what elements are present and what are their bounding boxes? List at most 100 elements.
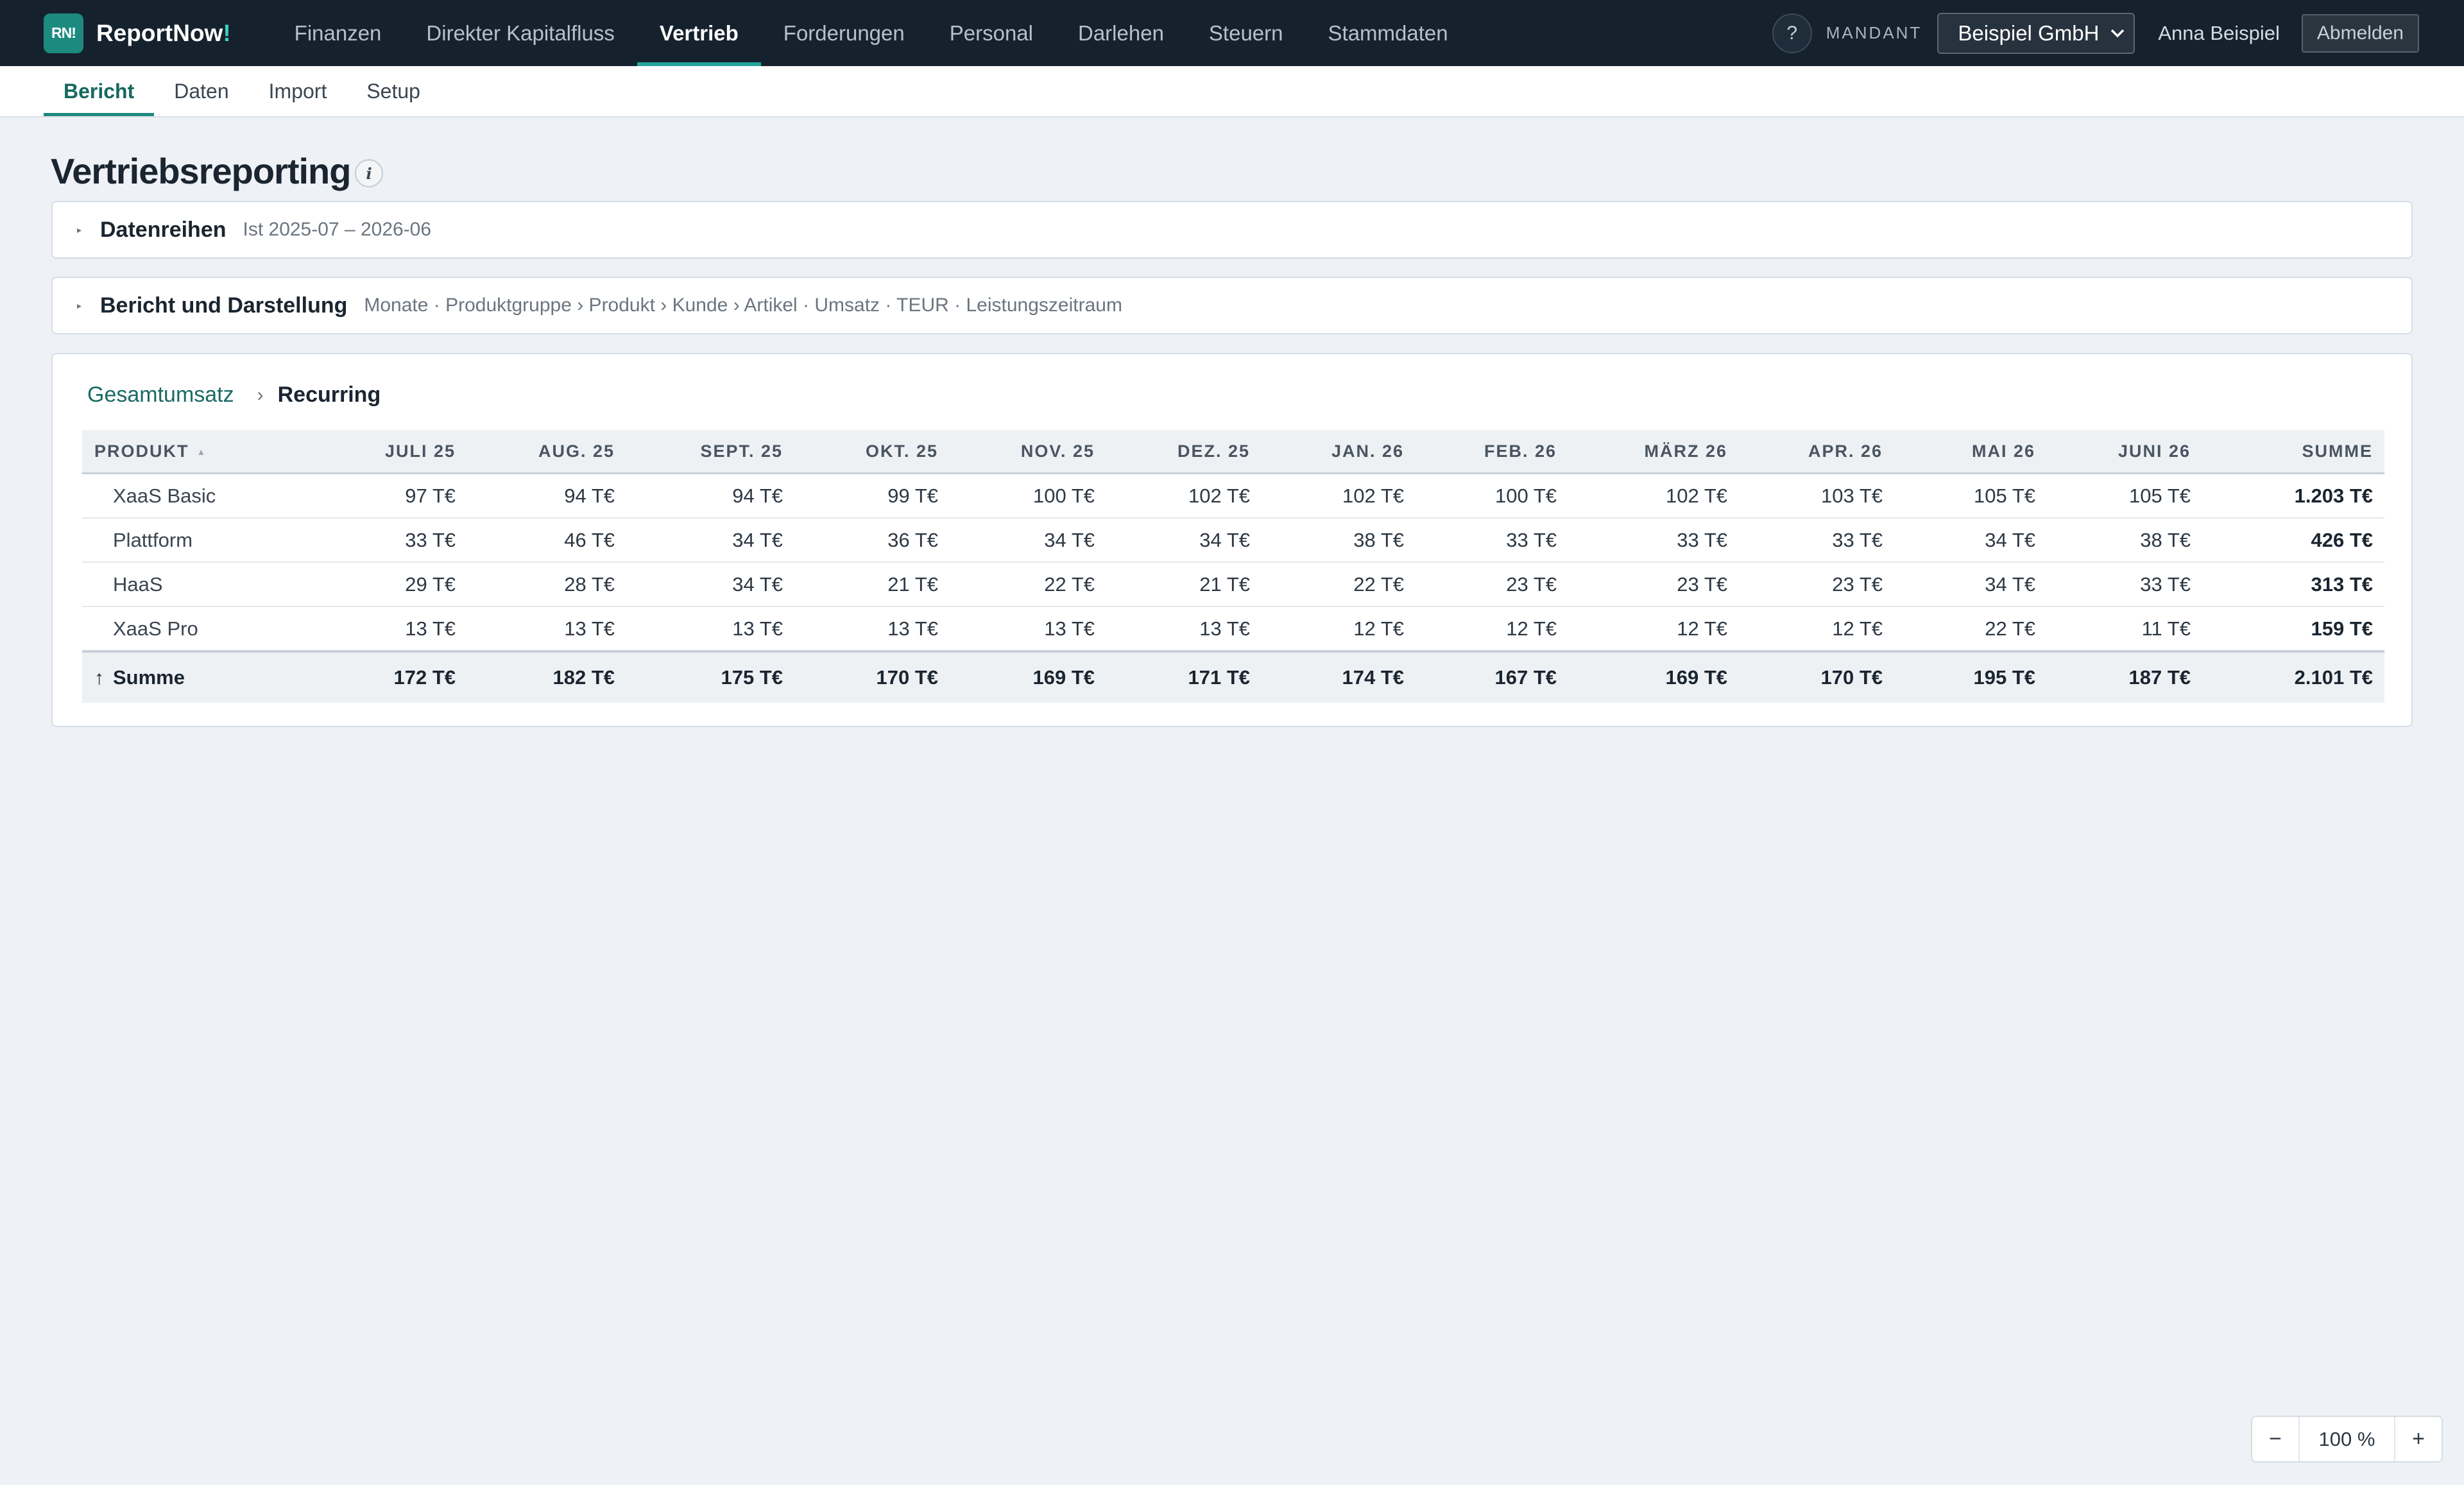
- row-sum-cell: 313 T€: [2202, 562, 2384, 607]
- column-header-label: SEPT. 25: [700, 441, 783, 461]
- table-cell: 97 T€: [313, 473, 467, 519]
- zoom-in-button[interactable]: +: [2395, 1417, 2442, 1461]
- table-row[interactable]: Plattform 33 T€ 46 T€ 34 T€ 36 T€ 34 T€ 34 T€ 3…: [82, 518, 2384, 563]
- breadcrumb-current: Recurring: [277, 382, 381, 407]
- logo[interactable]: RN! ReportNow!: [44, 13, 231, 53]
- column-header-mai-26[interactable]: MAI 26: [1894, 430, 2047, 474]
- row-label[interactable]: XaaS Pro: [82, 606, 313, 652]
- nav-item-direkter-kapitalfluss[interactable]: Direkter Kapitalfluss: [404, 0, 637, 66]
- panel-title: Bericht und Darstellung: [100, 293, 348, 318]
- caret-right-icon: ▸: [77, 300, 82, 311]
- nav-item-finanzen[interactable]: Finanzen: [272, 0, 404, 66]
- breadcrumb-link-gesamtumsatz[interactable]: Gesamtumsatz: [87, 382, 234, 408]
- table-row[interactable]: HaaS 29 T€ 28 T€ 34 T€ 21 T€ 22 T€ 21 T€ 22 T€ 2…: [82, 562, 2384, 607]
- column-header-marz-26[interactable]: MÄRZ 26: [1568, 430, 1739, 474]
- table-cell: 12 T€: [1739, 606, 1894, 652]
- row-label[interactable]: HaaS: [82, 562, 313, 607]
- nav-item-steuern[interactable]: Steuern: [1186, 0, 1306, 66]
- table-cell: 105 T€: [2047, 473, 2202, 519]
- column-header-apr-26[interactable]: APR. 26: [1739, 430, 1894, 474]
- total-row-label[interactable]: ↑ Summe: [82, 650, 313, 703]
- column-header-label: JULI 25: [384, 441, 456, 461]
- info-icon[interactable]: i: [355, 159, 383, 187]
- column-header-summe[interactable]: SUMME: [2202, 430, 2384, 474]
- column-header-label: PRODUKT: [94, 441, 189, 461]
- table-cell: 29 T€: [313, 562, 467, 607]
- tab-bericht[interactable]: Bericht: [44, 66, 155, 116]
- column-header-sept-25[interactable]: SEPT. 25: [626, 430, 794, 474]
- total-row: ↑ Summe 172 T€ 182 T€ 175 T€ 170 T€ 169 T€ 171 …: [82, 650, 2384, 703]
- tab-daten[interactable]: Daten: [154, 66, 248, 116]
- column-header-label: MÄRZ 26: [1644, 441, 1727, 461]
- total-cell: 174 T€: [1262, 650, 1416, 703]
- column-header-nov-25[interactable]: NOV. 25: [950, 430, 1106, 474]
- zoom-level: 100 %: [2298, 1417, 2395, 1461]
- chevron-down-icon: [2110, 24, 2125, 42]
- row-sum-cell: 1.203 T€: [2202, 473, 2384, 519]
- table-row[interactable]: XaaS Pro 13 T€ 13 T€ 13 T€ 13 T€ 13 T€ 13 T€ 12…: [82, 606, 2384, 652]
- table-cell: 28 T€: [467, 562, 626, 607]
- column-header-juni-26[interactable]: JUNI 26: [2047, 430, 2202, 474]
- table-cell: 94 T€: [626, 473, 794, 519]
- table-cell: 46 T€: [467, 518, 626, 563]
- column-header-produkt[interactable]: PRODUKT ▲: [82, 430, 313, 474]
- panel-subtitle: Monate · Produktgruppe › Produkt › Kunde…: [364, 295, 1122, 316]
- tab-import[interactable]: Import: [249, 66, 347, 116]
- table-cell: 99 T€: [794, 473, 950, 519]
- table-cell: 21 T€: [1106, 562, 1262, 607]
- table-cell: 34 T€: [950, 518, 1106, 563]
- column-header-juli-25[interactable]: JULI 25: [313, 430, 467, 474]
- row-label[interactable]: XaaS Basic: [82, 473, 313, 519]
- mandant-value: Beispiel GmbH: [1958, 21, 2100, 45]
- table-cell: 23 T€: [1568, 562, 1739, 607]
- zoom-out-button[interactable]: −: [2252, 1417, 2298, 1461]
- column-header-label: OKT. 25: [865, 441, 938, 461]
- table-cell: 33 T€: [2047, 562, 2202, 607]
- table-cell: 33 T€: [1416, 518, 1568, 563]
- total-cell: 169 T€: [950, 650, 1106, 703]
- column-header-label: NOV. 25: [1020, 441, 1095, 461]
- column-header-feb-26[interactable]: FEB. 26: [1416, 430, 1568, 474]
- help-button[interactable]: ?: [1772, 13, 1812, 53]
- page-title: Vertriebsreporting: [51, 151, 351, 191]
- table-row[interactable]: XaaS Basic 97 T€ 94 T€ 94 T€ 99 T€ 100 T€ 102 …: [82, 473, 2384, 519]
- nav-item-forderungen[interactable]: Forderungen: [761, 0, 927, 66]
- mandant-select[interactable]: Beispiel GmbH: [1937, 12, 2135, 54]
- grand-total-cell: 2.101 T€: [2202, 650, 2384, 703]
- arrow-up-icon: ↑: [94, 667, 104, 689]
- table-cell: 13 T€: [313, 606, 467, 652]
- row-label[interactable]: Plattform: [82, 518, 313, 563]
- column-header-dez-25[interactable]: DEZ. 25: [1106, 430, 1262, 474]
- nav-item-darlehen[interactable]: Darlehen: [1056, 0, 1186, 66]
- logout-button[interactable]: Abmelden: [2301, 13, 2419, 53]
- breadcrumb-separator-icon: ›: [257, 384, 264, 406]
- nav-item-stammdaten[interactable]: Stammdaten: [1306, 0, 1471, 66]
- table-cell: 34 T€: [1106, 518, 1262, 563]
- tab-setup[interactable]: Setup: [346, 66, 440, 116]
- breadcrumb: Gesamtumsatz › Recurring: [87, 382, 381, 408]
- table-cell: 103 T€: [1739, 473, 1894, 519]
- table-cell: 23 T€: [1739, 562, 1894, 607]
- table-cell: 102 T€: [1106, 473, 1262, 519]
- table-cell: 100 T€: [1416, 473, 1568, 519]
- column-header-okt-25[interactable]: OKT. 25: [794, 430, 950, 474]
- column-header-jan-26[interactable]: JAN. 26: [1262, 430, 1416, 474]
- report-table: PRODUKT ▲ JULI 25 AUG. 25 SEPT. 25 OKT. 25 NOV…: [82, 430, 2384, 703]
- total-cell: 169 T€: [1568, 650, 1739, 703]
- table-cell: 12 T€: [1416, 606, 1568, 652]
- sort-asc-icon: ▲: [196, 447, 207, 458]
- column-header-aug-25[interactable]: AUG. 25: [467, 430, 626, 474]
- panel-bericht-darstellung[interactable]: ▸ Bericht und Darstellung Monate · Produ…: [51, 277, 2413, 334]
- total-cell: 167 T€: [1416, 650, 1568, 703]
- zoom-control: − 100 % +: [2251, 1416, 2443, 1463]
- total-cell: 195 T€: [1894, 650, 2047, 703]
- nav-item-personal[interactable]: Personal: [927, 0, 1056, 66]
- column-header-label: MAI 26: [1971, 441, 2035, 461]
- nav-item-vertrieb[interactable]: Vertrieb: [637, 0, 761, 66]
- total-cell: 175 T€: [626, 650, 794, 703]
- column-header-label: JUNI 26: [2118, 441, 2191, 461]
- panel-datenreihen[interactable]: ▸ Datenreihen Ist 2025-07 – 2026-06: [51, 201, 2413, 259]
- report-panel: Gesamtumsatz › Recurring PRODUKT ▲ JULI 25…: [51, 353, 2413, 727]
- mandant-label: MANDANT: [1826, 23, 1922, 42]
- column-header-label: SUMME: [2302, 441, 2373, 461]
